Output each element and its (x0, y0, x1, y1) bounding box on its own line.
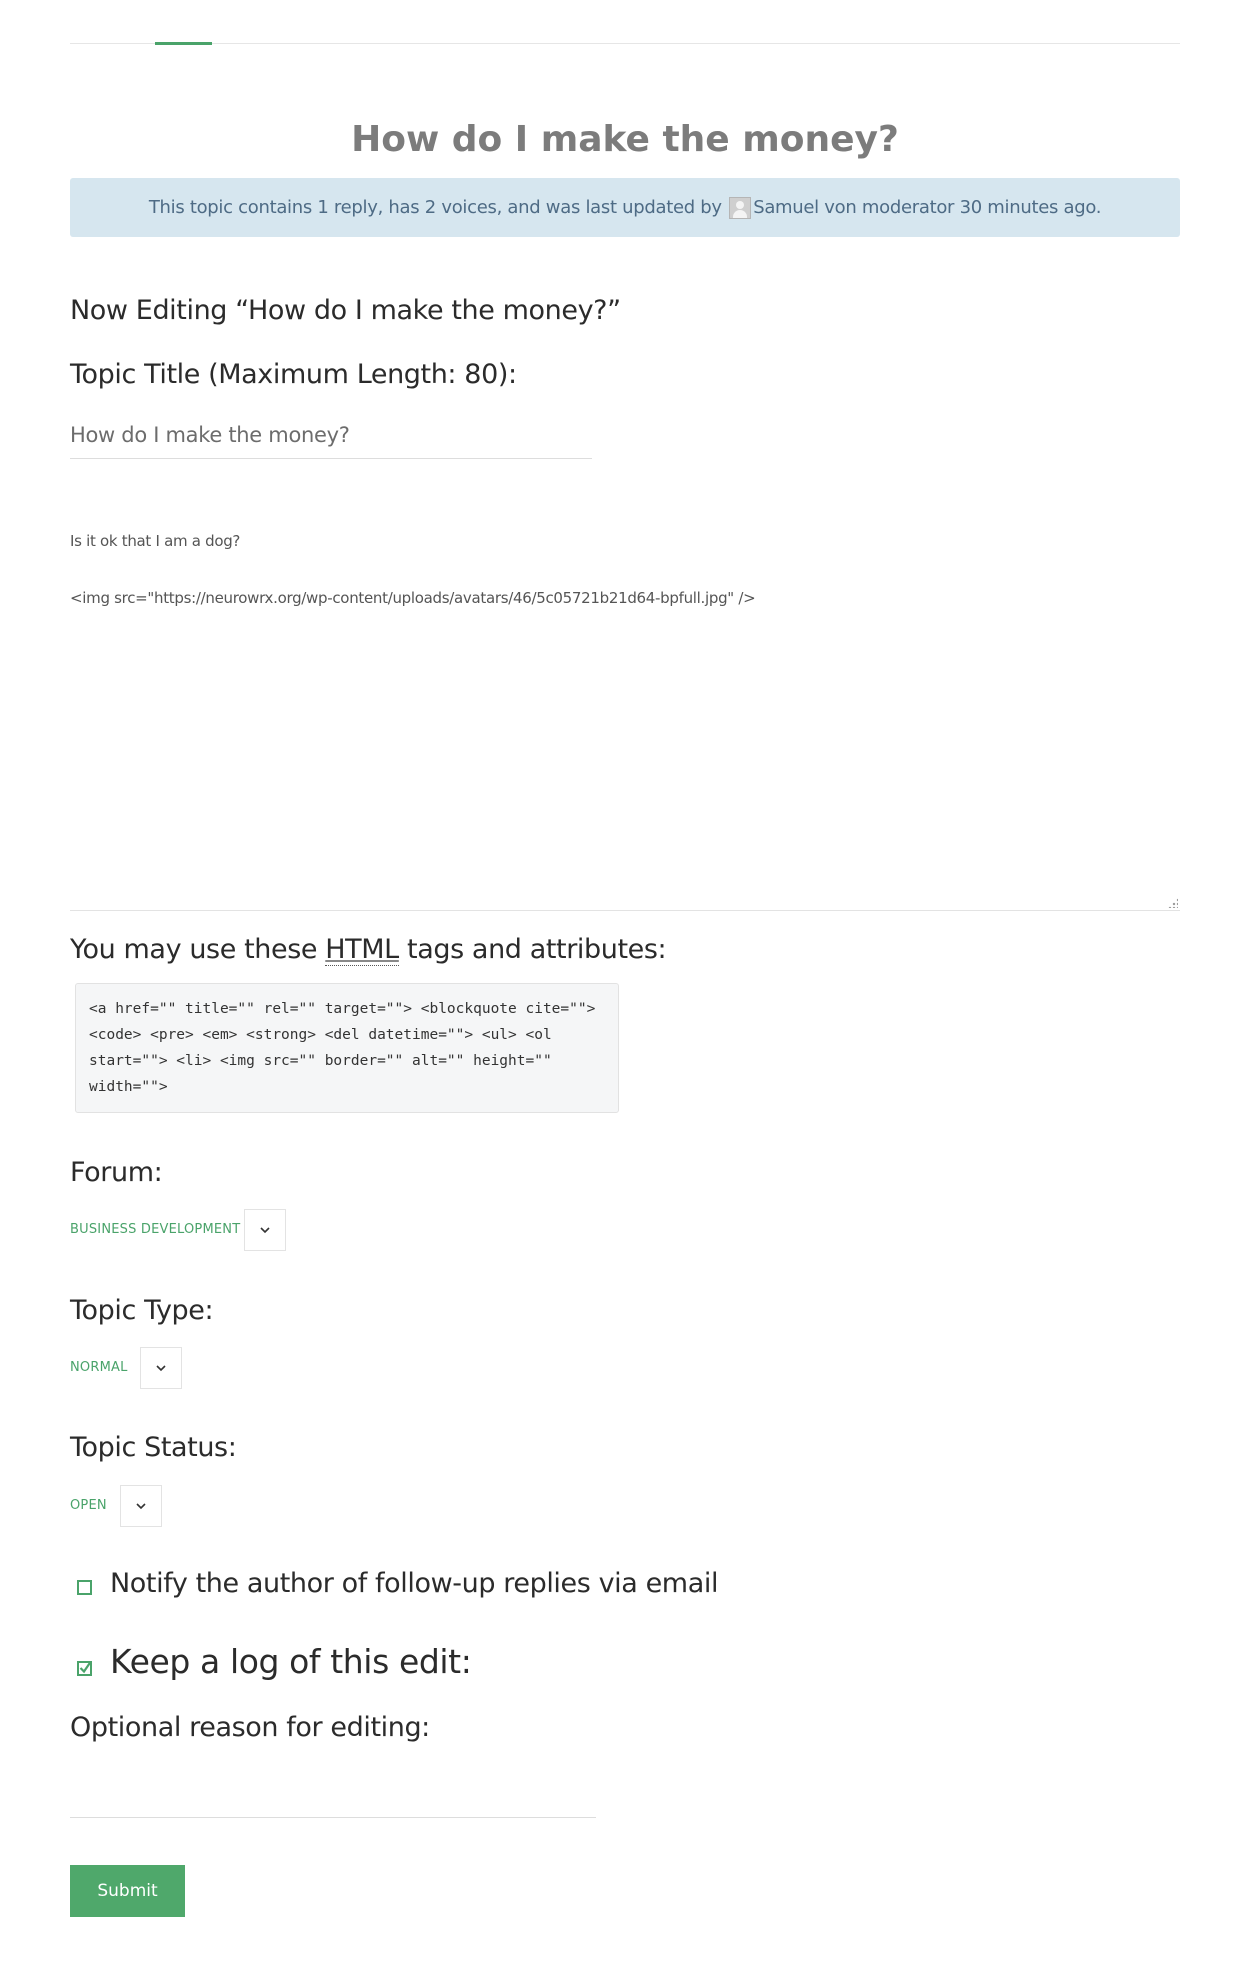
topic-type-label: Topic Type: (70, 1295, 214, 1326)
top-divider (70, 43, 1180, 44)
forum-select-value[interactable]: BUSINESS DEVELOPMENT (70, 1221, 240, 1239)
topic-title-label: Topic Title (Maximum Length: 80): (70, 359, 517, 390)
topic-type-dropdown-button[interactable] (140, 1347, 182, 1389)
checkmark-icon (79, 1661, 92, 1674)
allowed-tags-prefix: You may use these (70, 934, 318, 965)
notify-label: Notify the author of follow-up replies v… (110, 1568, 719, 1599)
page-title: How do I make the money? (351, 119, 899, 160)
active-tab-indicator (155, 42, 212, 45)
chevron-down-icon (260, 1227, 270, 1234)
topic-type-select-value[interactable]: NORMAL (70, 1359, 128, 1377)
topic-status-label: Topic Status: (70, 1432, 237, 1463)
topic-title-input[interactable] (70, 412, 592, 459)
forum-label: Forum: (70, 1157, 163, 1188)
submit-button[interactable]: Submit (70, 1865, 185, 1917)
editing-heading: Now Editing “How do I make the money?” (70, 295, 621, 326)
resize-handle-icon[interactable] (1168, 898, 1178, 908)
edit-reason-label: Optional reason for editing: (70, 1712, 430, 1743)
content-line: Is it ok that I am a dog? (70, 532, 241, 550)
html-abbreviation: HTML (325, 934, 399, 966)
notice-text-after: 30 minutes ago. (959, 197, 1102, 218)
topic-status-select-value[interactable]: OPEN (70, 1497, 107, 1515)
topic-content-textarea[interactable]: Is it ok that I am a dog? <img src="http… (70, 505, 1180, 911)
allowed-tags-heading: You may use these HTML tags and attribut… (70, 932, 667, 968)
content-line: <img src="https://neurowrx.org/wp-conten… (70, 589, 756, 607)
topic-info-notice: This topic contains 1 reply, has 2 voice… (70, 178, 1180, 237)
chevron-down-icon (136, 1503, 146, 1510)
allowed-tags-suffix: tags and attributes: (407, 934, 667, 965)
notice-author-link[interactable]: Samuel von moderator (753, 197, 954, 218)
topic-status-dropdown-button[interactable] (120, 1485, 162, 1527)
chevron-down-icon (156, 1365, 166, 1372)
edit-reason-input[interactable] (70, 1763, 596, 1818)
allowed-tags-code: <a href="" title="" rel="" target=""> <b… (75, 983, 619, 1113)
keep-log-label: Keep a log of this edit: (110, 1642, 472, 1681)
notice-text-before: This topic contains 1 reply, has 2 voice… (148, 197, 722, 218)
avatar-icon[interactable] (729, 197, 752, 219)
keep-log-checkbox[interactable] (77, 1661, 92, 1676)
notify-checkbox[interactable] (77, 1580, 92, 1595)
forum-dropdown-button[interactable] (244, 1209, 286, 1251)
